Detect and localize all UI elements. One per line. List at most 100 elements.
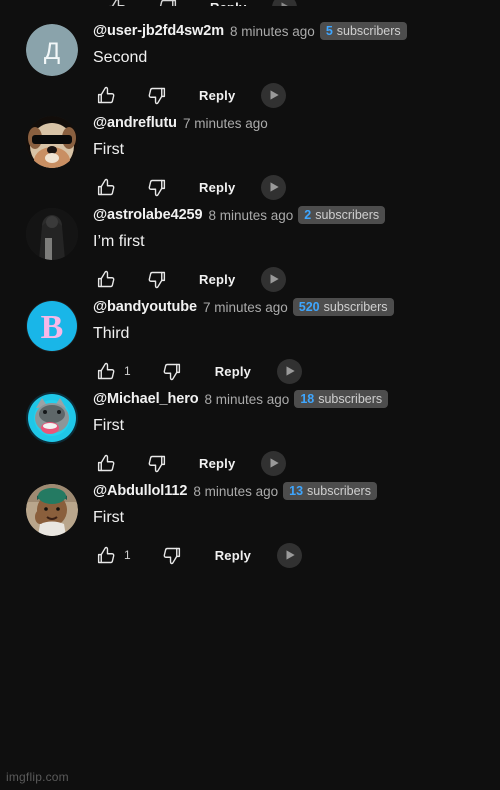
avatar[interactable] — [26, 204, 78, 293]
comment-timestamp: 8 minutes ago — [230, 23, 315, 39]
like-count: 1 — [124, 364, 131, 378]
comment-actions: Reply — [93, 449, 490, 477]
comment-body: @astrolabe4259 8 minutes ago 2 subscribe… — [78, 204, 490, 293]
svg-text:Д: Д — [44, 38, 60, 65]
clipped-previous-comment-actions: Reply — [0, 0, 500, 6]
comment-text: First — [93, 417, 125, 434]
comment-timestamp: 8 minutes ago — [208, 207, 294, 223]
comment-meta: @Michael_hero 8 minutes ago 18 subscribe… — [93, 388, 490, 410]
subscriber-badge: 18 subscribers — [294, 390, 389, 408]
like-count: 1 — [124, 548, 131, 562]
remix-play-icon[interactable] — [261, 266, 287, 292]
comment-actions: Reply — [0, 0, 500, 6]
subscriber-count: 520 — [298, 299, 320, 314]
subscriber-badge: 520 subscribers — [292, 298, 394, 316]
wolf-photo-icon — [26, 392, 78, 444]
remix-play-icon[interactable] — [277, 542, 303, 568]
svg-text:B: B — [41, 309, 64, 346]
reply-button[interactable]: Reply — [215, 548, 251, 563]
thumbs-down-icon[interactable] — [143, 82, 169, 108]
avatar[interactable] — [26, 388, 78, 477]
letter-avatar-cyrillic-de-icon: Д — [26, 24, 78, 76]
comment-actions: Reply — [93, 173, 490, 201]
subscriber-label: subscribers — [318, 391, 383, 406]
comment-body: @bandyoutube 7 minutes ago 520 subscribe… — [78, 296, 490, 385]
thumbs-up-icon[interactable] — [93, 542, 119, 568]
thumbs-down-icon[interactable] — [143, 450, 169, 476]
subscriber-label: subscribers — [307, 483, 371, 498]
thumbs-down-icon[interactable] — [143, 174, 169, 200]
comment-author[interactable]: @astrolabe4259 — [93, 207, 203, 223]
comment-meta: @andreflutu 7 minutes ago — [93, 112, 490, 134]
thumbs-up-icon[interactable] — [104, 0, 130, 6]
comment-author[interactable]: @user-jb2fd4sw2m — [93, 23, 224, 39]
subscriber-badge: 5 subscribers — [319, 22, 407, 40]
comment-text: I’m first — [93, 233, 145, 250]
comment-text: Second — [93, 49, 148, 66]
comment-text: Third — [93, 325, 130, 342]
subscriber-label: subscribers — [315, 207, 380, 222]
comment-text: First — [93, 509, 125, 526]
reply-button[interactable]: Reply — [199, 456, 235, 471]
comment-list: Д @user-jb2fd4sw2m 8 minutes ago 5 subsc… — [0, 0, 500, 569]
avatar[interactable]: B — [26, 296, 78, 385]
remix-play-icon[interactable] — [261, 174, 287, 200]
avatar[interactable] — [26, 112, 78, 201]
comment-item: B @bandyoutube 7 minutes ago 520 subscri… — [0, 296, 500, 385]
thumbs-up-icon[interactable] — [93, 450, 119, 476]
reply-button[interactable]: Reply — [210, 0, 246, 6]
comment-item: Д @user-jb2fd4sw2m 8 minutes ago 5 subsc… — [0, 20, 500, 109]
remix-play-icon[interactable] — [277, 358, 303, 384]
comment-actions: 1 Reply — [93, 357, 490, 385]
subscriber-count: 5 — [325, 23, 333, 38]
child-with-cap-photo-icon — [26, 484, 78, 536]
comment-actions: 1 Reply — [93, 541, 490, 569]
comment-item: @astrolabe4259 8 minutes ago 2 subscribe… — [0, 204, 500, 293]
thumbs-down-icon[interactable] — [159, 542, 185, 568]
reply-button[interactable]: Reply — [199, 272, 235, 287]
reply-button[interactable]: Reply — [199, 88, 235, 103]
dark-ghost-figure-photo-icon — [26, 208, 78, 260]
youtube-comments-screen: Reply Д @user-jb2fd4sw2m 8 minutes ago — [0, 0, 500, 790]
dog-with-sunglasses-photo-icon — [26, 116, 78, 168]
remix-play-icon[interactable] — [272, 0, 298, 6]
thumbs-up-icon[interactable] — [93, 82, 119, 108]
subscriber-badge: 13 subscribers — [283, 482, 377, 500]
comment-meta: @bandyoutube 7 minutes ago 520 subscribe… — [93, 296, 490, 318]
comment-item: @andreflutu 7 minutes ago First Reply — [0, 112, 500, 201]
remix-play-icon[interactable] — [261, 82, 287, 108]
reply-button[interactable]: Reply — [215, 364, 251, 379]
thumbs-down-icon[interactable] — [154, 0, 180, 6]
comment-text: First — [93, 141, 125, 158]
comment-item: @Abdullol112 8 minutes ago 13 subscriber… — [0, 480, 500, 569]
comment-meta: @user-jb2fd4sw2m 8 minutes ago 5 subscri… — [93, 20, 490, 42]
subscriber-label: subscribers — [336, 23, 401, 38]
comment-timestamp: 8 minutes ago — [193, 483, 279, 499]
comment-timestamp: 8 minutes ago — [204, 391, 290, 407]
subscriber-badge: 2 subscribers — [298, 206, 386, 224]
subscriber-count: 13 — [289, 483, 304, 498]
comment-meta: @Abdullol112 8 minutes ago 13 subscriber… — [93, 480, 490, 502]
comment-author[interactable]: @Michael_hero — [93, 391, 199, 407]
avatar[interactable]: Д — [26, 20, 78, 109]
subscriber-count: 18 — [300, 391, 315, 406]
thumbs-down-icon[interactable] — [159, 358, 185, 384]
comment-actions: Reply — [93, 81, 490, 109]
thumbs-up-icon[interactable] — [93, 358, 119, 384]
comment-timestamp: 7 minutes ago — [202, 299, 288, 315]
comment-body: @Michael_hero 8 minutes ago 18 subscribe… — [78, 388, 490, 477]
comment-body: @Abdullol112 8 minutes ago 13 subscriber… — [78, 480, 490, 569]
comment-item: @Michael_hero 8 minutes ago 18 subscribe… — [0, 388, 500, 477]
avatar[interactable] — [26, 480, 78, 569]
remix-play-icon[interactable] — [261, 450, 287, 476]
comment-meta: @astrolabe4259 8 minutes ago 2 subscribe… — [93, 204, 490, 226]
reply-button[interactable]: Reply — [199, 180, 235, 195]
comment-body: @andreflutu 7 minutes ago First Reply — [78, 112, 490, 201]
comment-author[interactable]: @bandyoutube — [93, 299, 197, 315]
comment-author[interactable]: @Abdullol112 — [93, 483, 187, 499]
imgflip-watermark: imgflip.com — [6, 770, 69, 784]
thumbs-up-icon[interactable] — [93, 174, 119, 200]
thumbs-down-icon[interactable] — [143, 266, 169, 292]
thumbs-up-icon[interactable] — [93, 266, 119, 292]
comment-author[interactable]: @andreflutu — [93, 115, 177, 131]
